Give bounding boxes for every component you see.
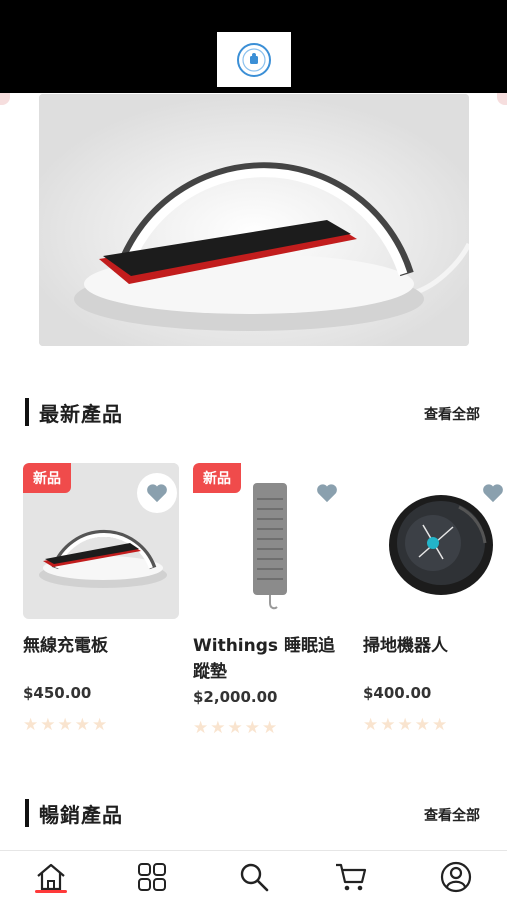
tab-account[interactable] <box>436 857 476 897</box>
new-badge: 新品 <box>23 463 71 493</box>
star-icon: ★ <box>363 715 379 735</box>
star-icon: ★ <box>380 715 396 735</box>
brand-logo-icon <box>237 42 271 77</box>
bottom-tab-bar <box>0 850 507 900</box>
product-price: $400.00 <box>363 684 432 702</box>
wireless-charger-lamp-photo <box>39 94 469 346</box>
brand-logo[interactable] <box>217 32 291 87</box>
heart-icon <box>147 484 167 503</box>
active-tab-indicator <box>35 890 67 893</box>
product-image[interactable] <box>363 463 507 619</box>
star-icon: ★ <box>210 718 226 738</box>
tab-search[interactable] <box>234 857 274 897</box>
best-sellers-header: 暢銷產品 查看全部 <box>25 797 480 827</box>
star-icon: ★ <box>227 718 243 738</box>
rating-stars: ★ ★ ★ ★ ★ <box>363 717 447 734</box>
product-image[interactable]: 新品 <box>23 463 179 619</box>
new-badge: 新品 <box>193 463 241 493</box>
product-price: $450.00 <box>23 684 92 702</box>
hero-banner[interactable] <box>39 94 469 346</box>
star-icon: ★ <box>244 718 260 738</box>
search-icon <box>240 863 269 892</box>
favorite-button[interactable] <box>473 473 507 513</box>
rating-stars: ★ ★ ★ ★ ★ <box>23 717 107 734</box>
cart-icon <box>336 863 367 891</box>
heart-icon <box>483 484 503 503</box>
categories-icon <box>138 863 166 891</box>
product-price: $2,000.00 <box>193 688 278 706</box>
view-all-link[interactable]: 查看全部 <box>424 404 480 424</box>
star-icon: ★ <box>74 715 90 735</box>
product-name[interactable]: Withings 睡眠追蹤墊 <box>193 633 349 685</box>
star-icon: ★ <box>262 718 278 738</box>
heart-icon <box>317 484 337 503</box>
star-icon: ★ <box>414 715 430 735</box>
favorite-button[interactable] <box>307 473 347 513</box>
section-title: 暢銷產品 <box>39 803 123 827</box>
new-products-header: 最新產品 查看全部 <box>25 396 480 426</box>
tab-categories[interactable] <box>132 857 172 897</box>
star-icon: ★ <box>92 715 108 735</box>
rating-stars: ★ ★ ★ ★ ★ <box>193 720 277 737</box>
star-icon: ★ <box>432 715 448 735</box>
product-name[interactable]: 掃地機器人 <box>363 633 507 659</box>
product-name[interactable]: 無線充電板 <box>23 633 179 659</box>
tab-cart[interactable] <box>331 857 371 897</box>
carousel-peek-right <box>497 93 507 105</box>
view-all-link[interactable]: 查看全部 <box>424 805 480 825</box>
product-card[interactable]: 掃地機器人 $400.00 ★ ★ ★ ★ ★ <box>363 463 507 734</box>
star-icon: ★ <box>397 715 413 735</box>
favorite-button[interactable] <box>137 473 177 513</box>
section-accent-bar <box>25 398 29 426</box>
star-icon: ★ <box>40 715 56 735</box>
top-header <box>0 0 507 93</box>
carousel-peek-left <box>0 93 10 105</box>
home-icon <box>37 863 65 891</box>
account-icon <box>440 861 472 893</box>
section-title: 最新產品 <box>39 402 123 426</box>
product-image[interactable]: 新品 <box>193 463 349 619</box>
product-card[interactable]: 新品 Withings 睡眠追蹤墊 $2,000.00 ★ ★ ★ ★ ★ <box>193 463 349 737</box>
section-accent-bar <box>25 799 29 827</box>
product-card[interactable]: 新品 無線充電板 $450.00 ★ ★ ★ ★ ★ <box>23 463 179 734</box>
star-icon: ★ <box>193 718 209 738</box>
star-icon: ★ <box>57 715 73 735</box>
star-icon: ★ <box>23 715 39 735</box>
